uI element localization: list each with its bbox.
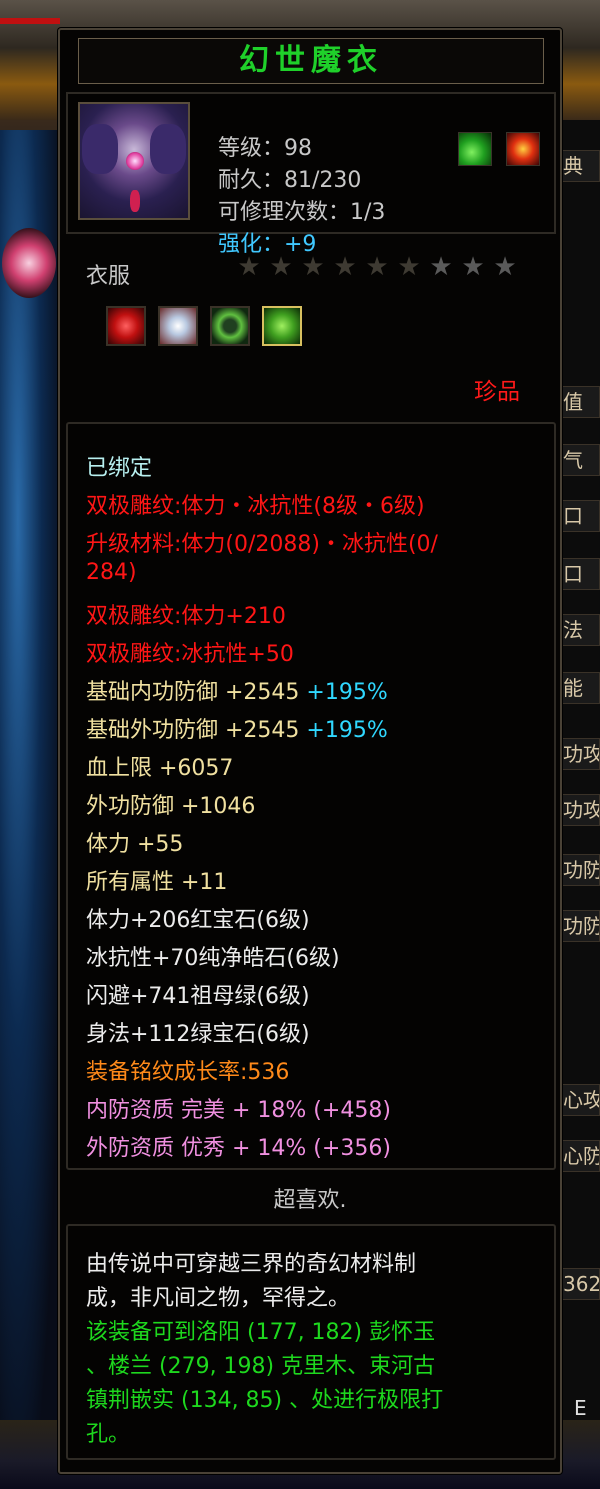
- character-stats-panel: [560, 120, 600, 1420]
- socket-hint-text: 镇荆嵌实 (134, 85) 、处进行极限打: [86, 1388, 444, 1413]
- leaf-skill-icon: [458, 132, 492, 166]
- socket-line: 冰抗性+70纯净皓石(6级): [86, 946, 340, 971]
- stat-label: 功防: [562, 854, 600, 886]
- favorite-label: 超喜欢.: [273, 1188, 347, 1213]
- star-icon: ★: [429, 252, 453, 282]
- gem-sockets: [106, 306, 302, 346]
- lore-text: 成，非凡间之物，罕得之。: [86, 1286, 351, 1311]
- stat-label: 心攻: [562, 1084, 600, 1116]
- inner-quality-line: 内防资质 完美 + 18% (+458): [86, 1098, 391, 1123]
- hp-max-line: 血上限 +6057: [86, 756, 234, 781]
- star-icon: ★: [461, 252, 485, 282]
- fire-skill-icon: [506, 132, 540, 166]
- stamina-line: 体力 +55: [86, 832, 184, 857]
- item-level: 等级：98: [218, 136, 312, 161]
- stat-label: 功攻: [562, 794, 600, 826]
- corner-label: E: [574, 1396, 587, 1420]
- character-model-view: [0, 130, 60, 1430]
- star-icon: ★: [333, 252, 357, 282]
- engrave-hp-line: 双极雕纹:体力+210: [86, 604, 286, 629]
- lore-text: 由传说中可穿越三界的奇幻材料制: [86, 1252, 417, 1277]
- star-icon: ★: [237, 252, 261, 282]
- socket-line: 身法+112绿宝石(6级): [86, 1022, 310, 1047]
- item-rarity: 珍品: [474, 379, 520, 405]
- stat-label: 法: [562, 614, 600, 646]
- socket-hint-text: 、楼兰 (279, 198) 克里木、束河古: [86, 1354, 436, 1379]
- upgrade-materials-cont: 284): [86, 560, 137, 585]
- stat-label: 值: [562, 386, 600, 418]
- item-title-bar: 幻世魔衣: [78, 38, 544, 84]
- stat-label: 心防: [562, 1140, 600, 1172]
- socket-hint-text: 孔。: [86, 1422, 131, 1447]
- star-icon: ★: [269, 252, 293, 282]
- item-attributes: 已绑定 双极雕纹:体力・冰抗性(8级・6级) 升级材料:体力(0/2088)・冰…: [66, 422, 556, 1170]
- star-icon: ★: [301, 252, 325, 282]
- base-outer-def-line: 基础外功防御 +2545 +195%: [86, 718, 388, 743]
- stat-label: 功攻: [562, 738, 600, 770]
- red-gem-icon: [106, 306, 146, 346]
- stat-label: 能: [562, 672, 600, 704]
- item-durability: 耐久：81/230: [218, 168, 362, 193]
- item-header: 等级：98 耐久：81/230 可修理次数：1/3 强化：+9: [66, 92, 556, 257]
- stat-label: 气: [562, 444, 600, 476]
- star-icon: ★: [397, 252, 421, 282]
- gem-decoration-icon: [2, 228, 56, 298]
- item-portrait-icon: [78, 102, 190, 220]
- star-icon: ★: [493, 252, 517, 282]
- all-attr-line: 所有属性 +11: [86, 870, 228, 895]
- stat-label: 口: [562, 558, 600, 590]
- health-bar: [0, 18, 60, 24]
- item-name: 幻世魔衣: [239, 43, 383, 78]
- white-diamond-gem-icon: [158, 306, 198, 346]
- star-icon: ★: [365, 252, 389, 282]
- stat-label: 功防: [562, 910, 600, 942]
- item-repairs: 可修理次数：1/3: [218, 200, 386, 225]
- bound-status: 已绑定: [86, 456, 153, 481]
- outer-quality-line: 外防资质 优秀 + 14% (+356): [86, 1136, 391, 1161]
- item-type: 衣服: [86, 264, 131, 289]
- outer-def-line: 外功防御 +1046: [86, 794, 256, 819]
- growth-rate-line: 装备铭纹成长率:536: [86, 1060, 290, 1085]
- star-rating: ★ ★ ★ ★ ★ ★ ★ ★ ★: [236, 254, 518, 280]
- socket-line: 体力+206红宝石(6级): [86, 908, 310, 933]
- socket-line: 闪避+741祖母绿(6级): [86, 984, 310, 1009]
- engrave-ice-line: 双极雕纹:冰抗性+50: [86, 642, 294, 667]
- upgrade-materials-line: 升级材料:体力(0/2088)・冰抗性(0/: [86, 532, 438, 557]
- engrave-line: 双极雕纹:体力・冰抗性(8级・6级): [86, 494, 425, 519]
- item-tooltip: 幻世魔衣 等级：98 耐久：81/230 可修理次数：1/3 强化：+9 衣服 …: [58, 28, 562, 1474]
- stat-label: 口: [562, 500, 600, 532]
- emerald-ring-gem-icon: [210, 306, 250, 346]
- socket-hint-text: 该装备可到洛阳 (177, 182) 彭怀玉: [86, 1320, 436, 1345]
- item-description: 由传说中可穿越三界的奇幻材料制 成，非凡间之物，罕得之。 该装备可到洛阳 (17…: [66, 1224, 556, 1460]
- stat-value: 362: [562, 1268, 600, 1300]
- base-inner-def-line: 基础内功防御 +2545 +195%: [86, 680, 388, 705]
- stats-tab[interactable]: 典: [562, 150, 600, 182]
- green-gem-icon: [262, 306, 302, 346]
